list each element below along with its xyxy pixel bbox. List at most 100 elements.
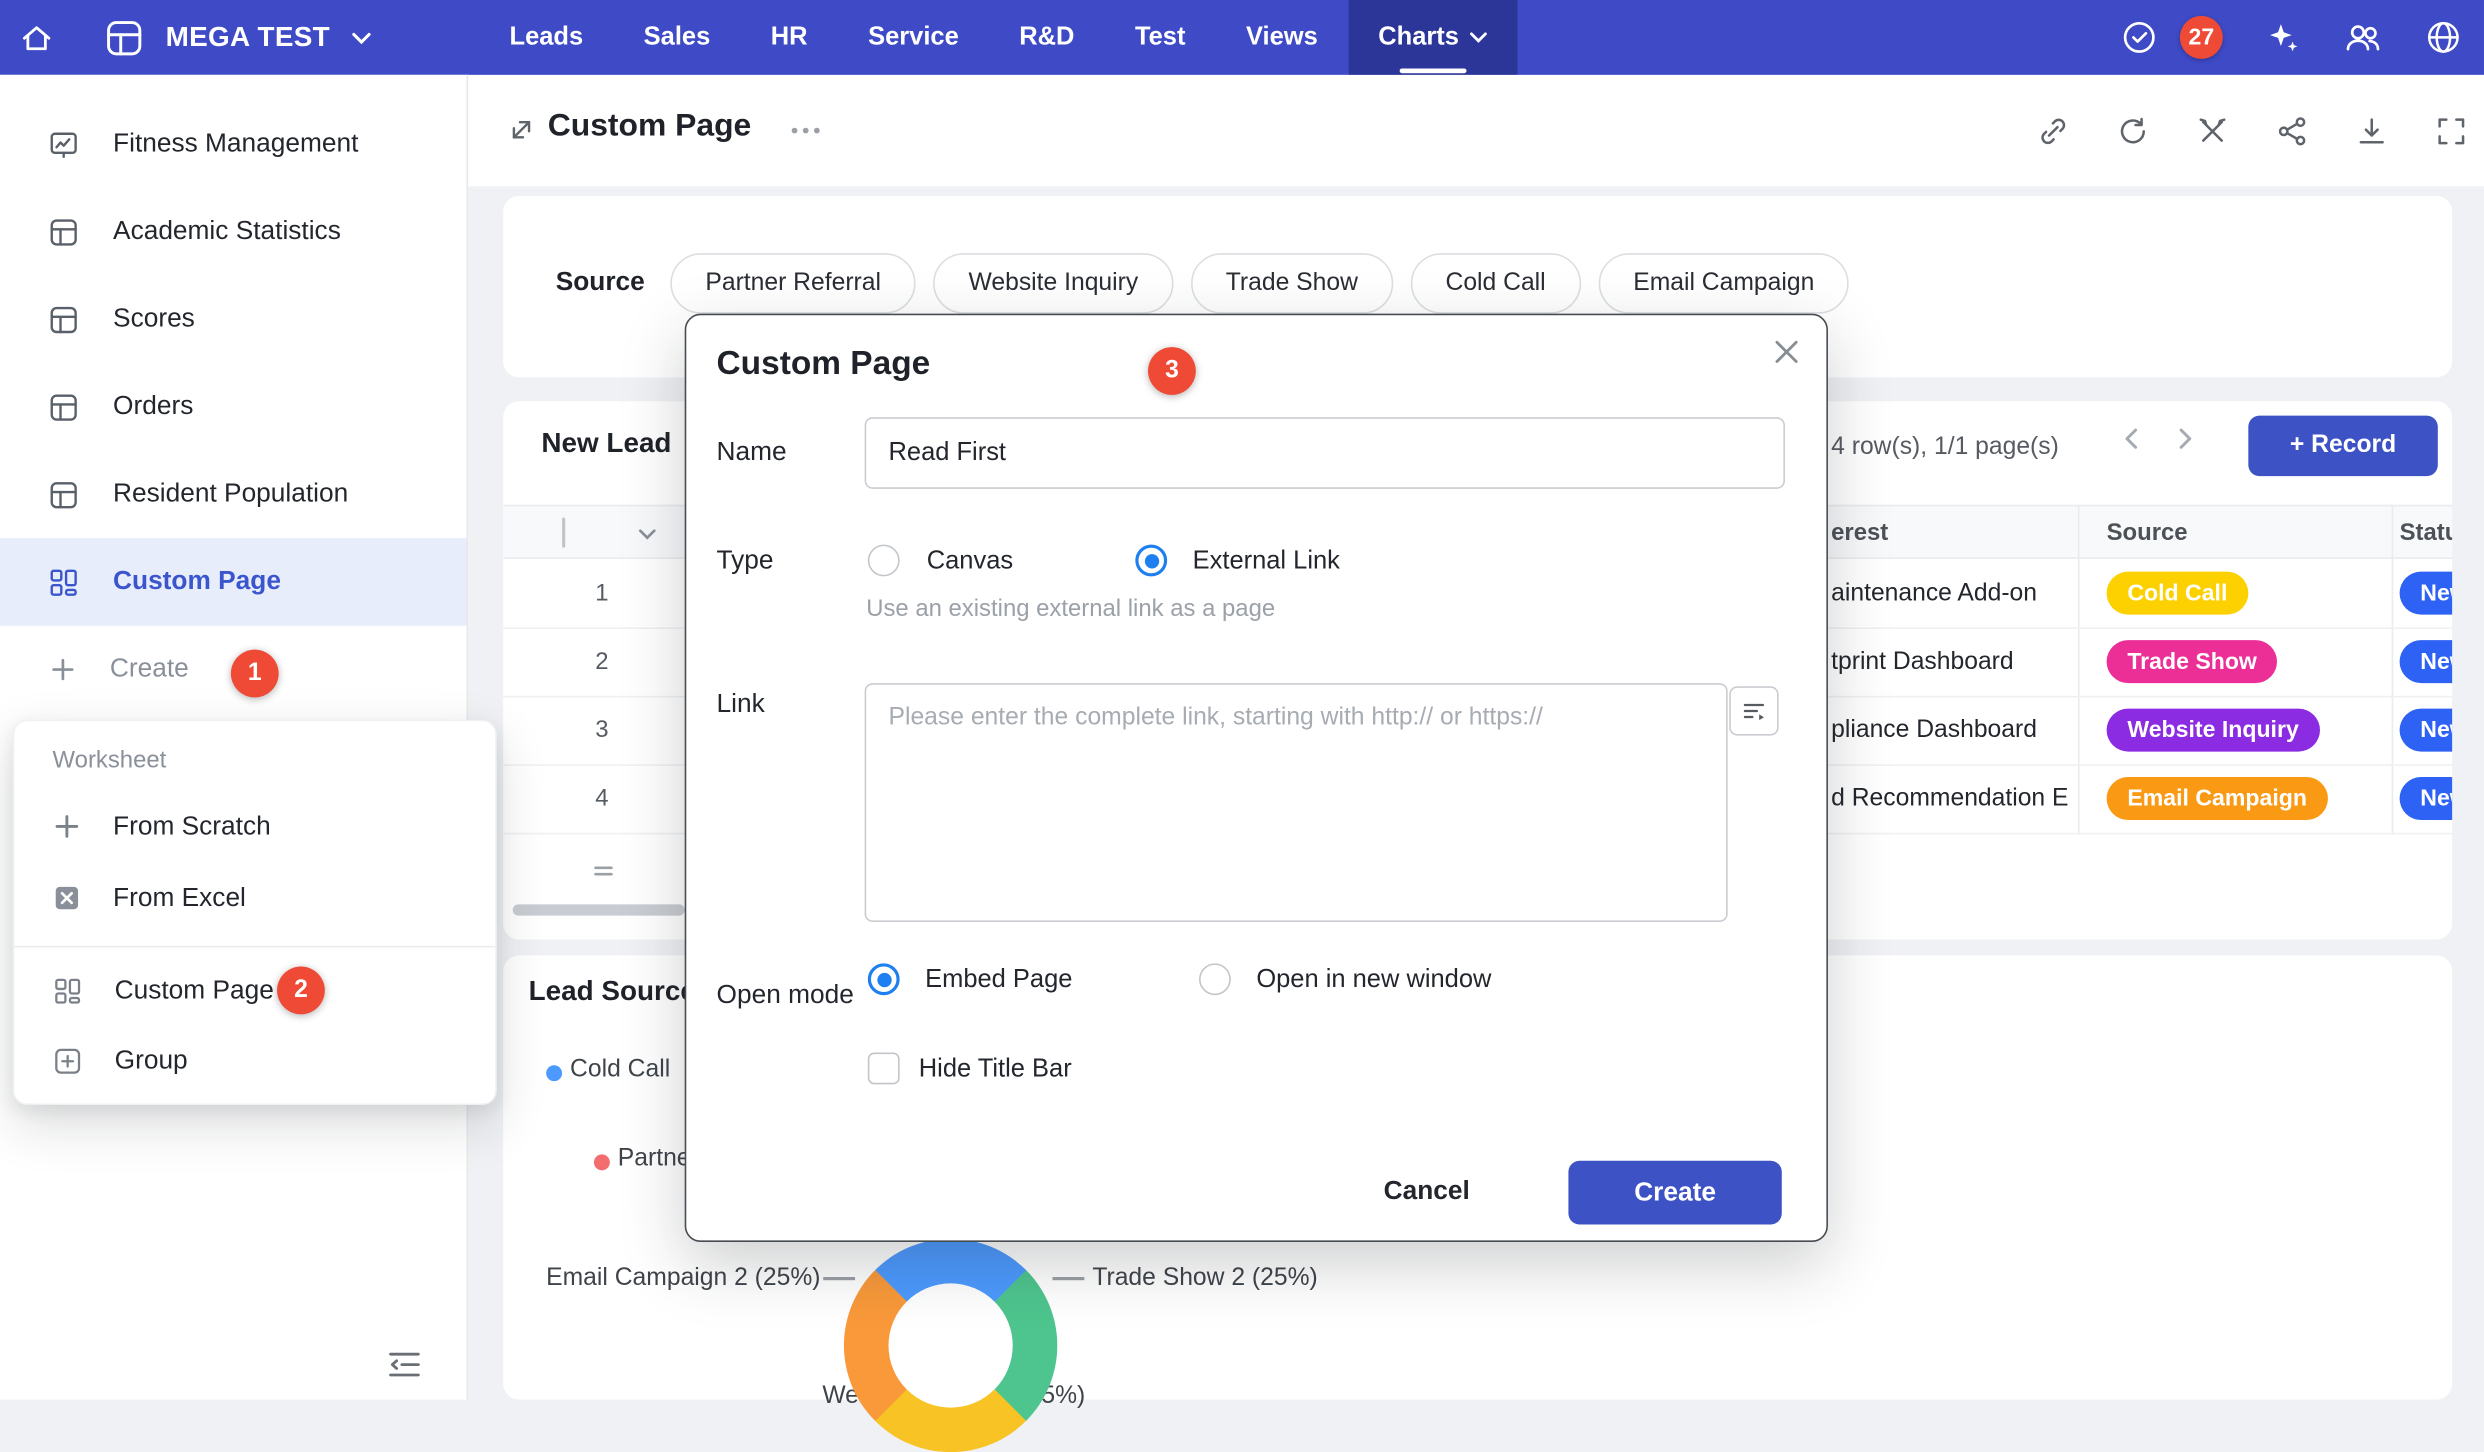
external-link-option-label[interactable]: External Link bbox=[1193, 548, 1340, 577]
source-pill: Cold Call bbox=[2107, 572, 2248, 615]
nav-sales[interactable]: Sales bbox=[613, 0, 740, 75]
close-icon[interactable] bbox=[1769, 334, 1804, 369]
active-tab-underline bbox=[1400, 68, 1467, 74]
people-icon[interactable] bbox=[2342, 19, 2383, 56]
sparkle-icon[interactable] bbox=[2264, 19, 2301, 56]
workspace-caret-icon[interactable] bbox=[352, 31, 371, 44]
sidebar-item-resident-population[interactable]: Resident Population bbox=[0, 451, 467, 539]
menu-item-from-excel[interactable]: From Excel bbox=[14, 863, 495, 933]
sidebar-item-label: Orders bbox=[113, 392, 193, 422]
filter-pill-email-campaign[interactable]: Email Campaign bbox=[1598, 253, 1849, 314]
horizontal-scrollbar[interactable] bbox=[513, 904, 685, 915]
open-new-window-option-label[interactable]: Open in new window bbox=[1256, 967, 1491, 996]
fullscreen-icon[interactable] bbox=[2435, 114, 2468, 147]
workspace-name[interactable]: MEGA TEST bbox=[166, 21, 330, 54]
filter-label: Source bbox=[556, 268, 645, 298]
expand-icon[interactable] bbox=[506, 115, 536, 145]
header-toolbar bbox=[2037, 75, 2469, 186]
link-list-icon[interactable] bbox=[1729, 686, 1778, 735]
type-help-text: Use an existing external link as a page bbox=[866, 596, 1275, 623]
nav-service[interactable]: Service bbox=[838, 0, 989, 75]
filter-pill-trade-show[interactable]: Trade Show bbox=[1191, 253, 1393, 314]
type-label: Type bbox=[717, 546, 774, 576]
source-pill: Website Inquiry bbox=[2107, 709, 2320, 752]
column-source[interactable]: Source bbox=[2107, 506, 2188, 560]
app-root: MEGA TEST Leads Sales HR Service R&D Tes… bbox=[0, 0, 2484, 1400]
hide-title-bar-checkbox[interactable] bbox=[868, 1053, 900, 1085]
prev-page-icon[interactable] bbox=[2121, 428, 2142, 449]
external-link-radio[interactable] bbox=[1135, 545, 1167, 577]
canvas-radio[interactable] bbox=[868, 545, 900, 577]
custom-page-icon bbox=[53, 975, 83, 1005]
sidebar-item-scores[interactable]: Scores bbox=[0, 275, 467, 363]
nav-rd[interactable]: R&D bbox=[989, 0, 1105, 75]
refresh-icon[interactable] bbox=[2116, 114, 2149, 147]
sidebar-item-label: Scores bbox=[113, 304, 195, 334]
interest-cell: aintenance Add-on bbox=[1831, 559, 2070, 627]
sidebar-item-custom-page[interactable]: Custom Page bbox=[0, 538, 467, 626]
plus-icon bbox=[49, 656, 76, 683]
filter-pill-website-inquiry[interactable]: Website Inquiry bbox=[934, 253, 1174, 314]
globe-icon[interactable] bbox=[2425, 19, 2462, 56]
nav-hr[interactable]: HR bbox=[741, 0, 838, 75]
filter-pill-cold-call[interactable]: Cold Call bbox=[1410, 253, 1580, 314]
hide-title-bar-label[interactable]: Hide Title Bar bbox=[919, 1056, 1072, 1085]
nav-leads[interactable]: Leads bbox=[479, 0, 613, 75]
next-page-icon[interactable] bbox=[2175, 428, 2196, 449]
sidebar-list: Fitness Management Academic Statistics S… bbox=[0, 75, 467, 714]
nav-test[interactable]: Test bbox=[1105, 0, 1216, 75]
menu-item-from-scratch[interactable]: From Scratch bbox=[14, 791, 495, 861]
tools-icon[interactable] bbox=[2196, 114, 2229, 147]
nav-views[interactable]: Views bbox=[1216, 0, 1348, 75]
sidebar-item-academic-statistics[interactable]: Academic Statistics bbox=[0, 188, 467, 276]
sidebar-item-label: Custom Page bbox=[113, 567, 281, 597]
chart-title: Lead Source bbox=[529, 974, 696, 1007]
collapse-sidebar-icon[interactable] bbox=[385, 1349, 423, 1381]
column-interest[interactable]: erest bbox=[1831, 506, 1888, 560]
link-icon[interactable] bbox=[2037, 114, 2070, 147]
add-record-button[interactable]: + Record bbox=[2248, 416, 2437, 477]
share-icon[interactable] bbox=[2275, 114, 2308, 147]
embed-page-option-label[interactable]: Embed Page bbox=[925, 967, 1072, 996]
canvas-option-label[interactable]: Canvas bbox=[927, 548, 1013, 577]
row-number: 1 bbox=[570, 559, 634, 627]
embed-page-radio[interactable] bbox=[868, 963, 900, 995]
annotation-badge-2: 2 bbox=[277, 967, 325, 1015]
open-new-window-radio[interactable] bbox=[1199, 963, 1231, 995]
row-number: 2 bbox=[570, 627, 634, 695]
plus-icon bbox=[53, 812, 82, 841]
filter-pill-partner-referral[interactable]: Partner Referral bbox=[670, 253, 916, 314]
link-textarea[interactable] bbox=[865, 683, 1728, 922]
table-title: New Lead bbox=[541, 427, 671, 460]
menu-section-label: Worksheet bbox=[53, 747, 167, 774]
select-all-checkbox[interactable] bbox=[562, 519, 565, 548]
check-circle-icon[interactable] bbox=[2121, 19, 2158, 56]
download-icon[interactable] bbox=[2355, 114, 2388, 147]
workspace-logo-icon[interactable] bbox=[105, 18, 143, 56]
sidebar-item-label: Fitness Management bbox=[113, 129, 358, 159]
name-input[interactable] bbox=[865, 417, 1785, 489]
menu-item-label: From Scratch bbox=[113, 811, 271, 841]
custom-page-modal: Custom Page 3 Name Type Canvas External … bbox=[685, 314, 1828, 1242]
sidebar-item-orders[interactable]: Orders bbox=[0, 363, 467, 451]
page-title: Custom Page bbox=[548, 108, 752, 145]
nav-charts[interactable]: Charts bbox=[1348, 0, 1518, 75]
menu-item-custom-page[interactable]: Custom Page bbox=[14, 955, 495, 1025]
group-icon bbox=[53, 1045, 83, 1075]
legend-cold-call[interactable]: Cold Call bbox=[570, 1056, 670, 1085]
modal-title: Custom Page bbox=[717, 346, 931, 384]
menu-item-group[interactable]: Group bbox=[14, 1025, 495, 1095]
more-icon[interactable] bbox=[790, 126, 822, 136]
sidebar-item-fitness-management[interactable]: Fitness Management bbox=[0, 100, 467, 188]
table-icon bbox=[48, 216, 80, 248]
cancel-button[interactable]: Cancel bbox=[1355, 1177, 1498, 1207]
annotation-badge-3: 3 bbox=[1148, 347, 1196, 395]
create-button-modal[interactable]: Create bbox=[1568, 1161, 1781, 1225]
sidebar-item-label: Resident Population bbox=[113, 479, 348, 509]
column-status[interactable]: Status bbox=[2400, 506, 2453, 560]
add-row-icon[interactable] bbox=[592, 863, 614, 879]
interest-cell: tprint Dashboard bbox=[1831, 627, 2070, 695]
home-icon[interactable] bbox=[19, 20, 54, 55]
notification-badge[interactable]: 27 bbox=[2180, 16, 2223, 59]
chevron-down-icon[interactable] bbox=[639, 529, 657, 540]
